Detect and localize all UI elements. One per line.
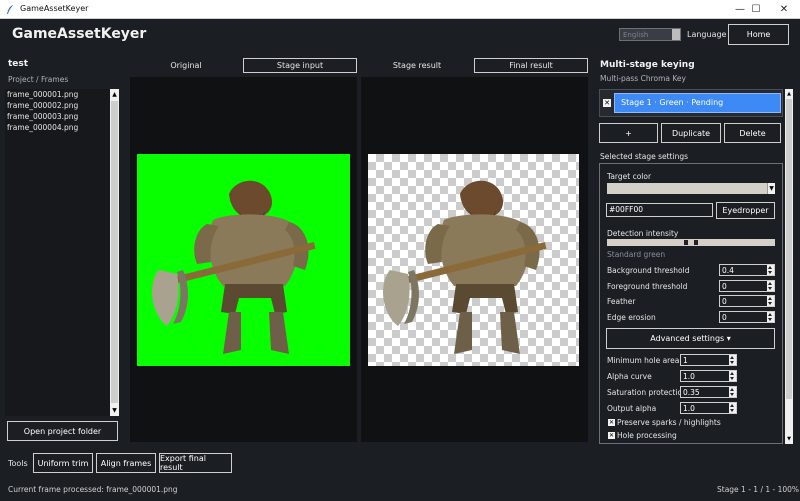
minimum-hole-area-spinbox[interactable]: 1: [680, 354, 737, 366]
language-select[interactable]: English: [619, 28, 681, 41]
target-color-label: Target color: [607, 172, 652, 181]
saturation-protection-spinbox[interactable]: 0.35: [680, 386, 737, 398]
spin-arrows-icon[interactable]: [767, 296, 774, 306]
output-alpha-label: Output alpha: [607, 404, 657, 413]
preserve-sparks-checkbox[interactable]: ✕: [608, 419, 615, 426]
feather-spinbox[interactable]: 0: [719, 295, 775, 307]
project-panel: test Project / Frames frame_000001.png f…: [0, 56, 126, 446]
hole-processing-label: Hole processing: [617, 431, 677, 440]
project-name: test: [8, 59, 29, 69]
language-select-value: English: [623, 31, 649, 39]
spin-arrows-icon[interactable]: [767, 265, 774, 275]
scroll-down-icon[interactable]: ▼: [785, 435, 793, 443]
app-title: GameAssetKeyer: [12, 26, 147, 42]
edge-erosion-spinbox[interactable]: 0: [719, 311, 775, 323]
spinbox-value: 0: [722, 282, 727, 291]
scrollbar-thumb[interactable]: [111, 101, 118, 403]
detection-intensity-label: Detection intensity: [607, 229, 679, 238]
hex-color-input[interactable]: #00FF00: [606, 203, 713, 217]
list-item[interactable]: frame_000004.png: [5, 122, 119, 133]
uniform-trim-button[interactable]: Uniform trim: [33, 453, 93, 473]
export-final-result-button[interactable]: Export final result: [159, 453, 232, 473]
chevron-down-icon: [672, 29, 680, 40]
window-title: GameAssetKeyer: [20, 4, 89, 13]
warrior-sprite-keyed-image: [383, 180, 547, 354]
add-stage-button[interactable]: +: [599, 123, 658, 143]
home-button[interactable]: Home: [728, 24, 789, 45]
open-project-folder-button[interactable]: Open project folder: [7, 421, 118, 441]
stage-progress-text: Stage 1 - 1 / 1 - 100%: [717, 485, 800, 494]
spinbox-value: 1: [683, 356, 688, 365]
tab-original[interactable]: Original: [130, 58, 242, 73]
chevron-down-icon: ▼: [767, 183, 775, 194]
maximize-button[interactable]: ☐: [743, 2, 769, 17]
minimum-hole-area-label: Minimum hole area: [607, 356, 680, 365]
spin-arrows-icon[interactable]: [729, 387, 736, 397]
edge-erosion-label: Edge erosion: [607, 313, 656, 322]
eyedropper-button[interactable]: Eyedropper: [716, 202, 775, 219]
scroll-up-icon[interactable]: ▲: [785, 90, 793, 98]
breadcrumb: Project / Frames: [8, 75, 69, 84]
preserve-sparks-label: Preserve sparks / highlights: [617, 418, 721, 427]
stage-input-image: [137, 154, 350, 366]
background-threshold-label: Background threshold: [607, 266, 690, 275]
close-button[interactable]: ✕: [771, 2, 797, 17]
target-color-select[interactable]: ▼: [607, 183, 775, 194]
status-text: Current frame processed: frame_000001.pn…: [8, 485, 178, 494]
advanced-settings-button[interactable]: Advanced settings ▾: [606, 328, 775, 349]
warrior-sprite-image: [152, 180, 316, 354]
list-item[interactable]: frame_000003.png: [5, 111, 119, 122]
language-label: Language: [687, 30, 727, 39]
spin-arrows-icon[interactable]: [729, 403, 736, 413]
stage-list-item[interactable]: Stage 1 · Green · Pending: [614, 93, 781, 113]
final-result-image: [368, 154, 579, 366]
spin-arrows-icon[interactable]: [729, 371, 736, 381]
output-alpha-spinbox[interactable]: 1.0: [680, 402, 737, 414]
foreground-threshold-spinbox[interactable]: 0: [719, 280, 775, 292]
scroll-up-icon[interactable]: ▲: [110, 90, 119, 99]
app-feather-icon: [7, 5, 13, 14]
saturation-protection-label: Saturation protection: [607, 388, 687, 397]
foreground-threshold-label: Foreground threshold: [607, 282, 688, 291]
scroll-down-icon[interactable]: ▼: [110, 406, 119, 415]
spinbox-value: 1.0: [683, 372, 695, 381]
list-item[interactable]: frame_000002.png: [5, 100, 119, 111]
hole-processing-checkbox[interactable]: ✕: [608, 432, 615, 439]
spinbox-value: 0: [722, 297, 727, 306]
file-list-scrollbar[interactable]: ▲ ▼: [110, 89, 119, 416]
tab-stage-input[interactable]: Stage input: [243, 58, 357, 73]
spin-arrows-icon[interactable]: [767, 281, 774, 291]
spinbox-value: 1.0: [683, 404, 695, 413]
stage-list: ✕ Stage 1 · Green · Pending: [599, 89, 783, 117]
frame-file-list[interactable]: frame_000001.png frame_000002.png frame_…: [5, 89, 119, 416]
slider-handle[interactable]: [684, 240, 688, 245]
alpha-curve-label: Alpha curve: [607, 372, 652, 381]
spinbox-value: 0.35: [683, 388, 700, 397]
feather-label: Feather: [607, 297, 636, 306]
scrollbar-thumb[interactable]: [786, 99, 792, 399]
keying-panel-title: Multi-stage keying: [600, 60, 695, 70]
alpha-curve-spinbox[interactable]: 1.0: [680, 370, 737, 382]
tab-final-result[interactable]: Final result: [474, 58, 588, 73]
tools-label: Tools: [8, 459, 28, 468]
spinbox-value: 0.4: [722, 266, 734, 275]
align-frames-button[interactable]: Align frames: [96, 453, 156, 473]
spin-arrows-icon[interactable]: [729, 355, 736, 365]
tab-stage-result[interactable]: Stage result: [361, 58, 473, 73]
stage-settings-title: Selected stage settings: [600, 152, 689, 161]
background-threshold-spinbox[interactable]: 0.4: [719, 264, 775, 276]
stage-enabled-checkbox[interactable]: ✕: [603, 99, 611, 107]
spin-arrows-icon[interactable]: [767, 312, 774, 322]
detection-intensity-slider[interactable]: [607, 239, 775, 246]
keying-panel-subtitle: Multi-pass Chroma Key: [600, 74, 686, 83]
delete-stage-button[interactable]: Delete: [724, 123, 781, 143]
spinbox-value: 0: [722, 313, 727, 322]
detection-intensity-value: Standard green: [607, 250, 666, 259]
window-title-bar: GameAssetKeyer — ☐ ✕: [0, 0, 800, 19]
slider-handle[interactable]: [694, 240, 698, 245]
duplicate-stage-button[interactable]: Duplicate: [661, 123, 721, 143]
settings-scrollbar[interactable]: ▲ ▼: [785, 89, 793, 444]
list-item[interactable]: frame_000001.png: [5, 89, 119, 100]
